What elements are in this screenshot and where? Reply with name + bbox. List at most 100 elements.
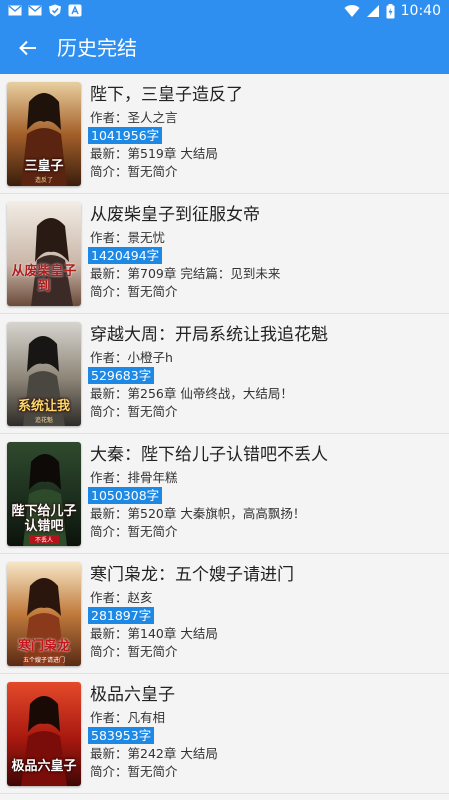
author-label: 作者：: [90, 230, 128, 245]
book-title[interactable]: 从废柴皇子到征服女帝: [90, 204, 442, 226]
book-title[interactable]: 穿越大周：开局系统让我追花魁: [90, 324, 442, 346]
intro-label: 简介：: [90, 764, 128, 779]
book-author: 作者：小橙子h: [90, 350, 173, 366]
cover-title: 从废柴皇子到: [11, 264, 77, 294]
cover-title: 系统让我: [17, 399, 70, 414]
intro-value: 暂无简介: [127, 644, 178, 659]
book-intro: 简介：暂无简介: [90, 644, 178, 660]
word-count-badge: 1041956字: [88, 127, 163, 144]
cover-title: 三皇子: [24, 159, 64, 174]
author-label: 作者：: [90, 590, 128, 605]
book-latest: 最新：第242章 大结局: [90, 746, 218, 762]
latest-value: 第256章 仙帝终战，大结局！: [127, 386, 293, 401]
signal-icon: [366, 5, 379, 17]
book-item[interactable]: 寒门枭龙 五个嫂子请进门 寒门枭龙：五个嫂子请进门 作者：赵亥 281897字 …: [0, 554, 449, 674]
latest-label: 最新：: [90, 386, 128, 401]
latest-value: 第709章 完结篇：见到未来: [127, 266, 281, 281]
book-intro: 简介：暂无简介: [90, 284, 178, 300]
book-latest: 最新：第519章 大结局: [90, 146, 218, 162]
intro-value: 暂无简介: [127, 284, 178, 299]
book-latest: 最新：第140章 大结局: [90, 626, 218, 642]
battery-icon: [386, 3, 395, 18]
latest-label: 最新：: [90, 746, 128, 761]
book-author: 作者：凡有相: [90, 710, 165, 726]
cover-subtitle: 追花魁: [34, 417, 53, 424]
latest-label: 最新：: [90, 506, 128, 521]
book-title[interactable]: 寒门枭龙：五个嫂子请进门: [90, 564, 442, 586]
book-title[interactable]: 陛下，三皇子造反了: [90, 84, 442, 106]
back-button[interactable]: [10, 30, 46, 66]
author-value: 小橙子h: [127, 350, 173, 365]
author-value: 景无忧: [127, 230, 166, 245]
book-author: 作者：圣人之言: [90, 110, 178, 126]
page-title: 历史完结: [57, 36, 137, 60]
book-cover[interactable]: 从废柴皇子到: [7, 202, 81, 306]
intro-label: 简介：: [90, 164, 128, 179]
author-label: 作者：: [90, 710, 128, 725]
status-bar: 10:40: [0, 0, 449, 22]
book-item[interactable]: 极品六皇子 极品六皇子 作者：凡有相 583953字 最新：第242章 大结局 …: [0, 674, 449, 794]
author-label: 作者：: [90, 110, 128, 125]
intro-value: 暂无简介: [127, 164, 178, 179]
latest-value: 第140章 大结局: [127, 626, 218, 641]
book-title[interactable]: 极品六皇子: [90, 684, 442, 706]
word-count-badge: 1420494字: [88, 247, 163, 264]
author-label: 作者：: [90, 350, 128, 365]
mail-icon: [8, 5, 22, 16]
status-time: 10:40: [400, 3, 441, 19]
intro-value: 暂无简介: [127, 764, 178, 779]
book-intro: 简介：暂无简介: [90, 164, 178, 180]
app-bar: 历史完结: [0, 22, 449, 74]
book-latest: 最新：第709章 完结篇：见到未来: [90, 266, 280, 282]
book-item[interactable]: 三皇子 造反了 陛下，三皇子造反了 作者：圣人之言 1041956字 最新：第5…: [0, 74, 449, 194]
book-latest: 最新：第256章 仙帝终战，大结局！: [90, 386, 293, 402]
mail-icon: [28, 5, 42, 16]
book-title[interactable]: 大秦：陛下给儿子认错吧不丢人: [90, 444, 442, 466]
book-cover[interactable]: 陛下给儿子认错吧 不丢人: [7, 442, 81, 546]
cover-title: 陛下给儿子认错吧: [11, 504, 77, 534]
book-list: 三皇子 造反了 陛下，三皇子造反了 作者：圣人之言 1041956字 最新：第5…: [0, 74, 449, 794]
book-item[interactable]: 系统让我 追花魁 穿越大周：开局系统让我追花魁 作者：小橙子h 529683字 …: [0, 314, 449, 434]
intro-value: 暂无简介: [127, 404, 178, 419]
latest-label: 最新：: [90, 146, 128, 161]
intro-label: 简介：: [90, 524, 128, 539]
word-count-badge: 583953字: [88, 727, 155, 744]
cover-subtitle: 造反了: [34, 177, 53, 184]
book-item[interactable]: 从废柴皇子到 从废柴皇子到征服女帝 作者：景无忧 1420494字 最新：第70…: [0, 194, 449, 314]
word-count-badge: 529683字: [88, 367, 155, 384]
book-intro: 简介：暂无简介: [90, 524, 178, 540]
latest-label: 最新：: [90, 626, 128, 641]
word-count-badge: 281897字: [88, 607, 155, 624]
book-author: 作者：赵亥: [90, 590, 153, 606]
wifi-icon: [344, 5, 360, 18]
cover-subtitle: 不丢人: [29, 535, 59, 544]
author-value: 圣人之言: [127, 110, 178, 125]
word-count-badge: 1050308字: [88, 487, 163, 504]
intro-label: 简介：: [90, 404, 128, 419]
book-cover[interactable]: 三皇子 造反了: [7, 82, 81, 186]
book-intro: 简介：暂无简介: [90, 764, 178, 780]
arrow-left-icon: [19, 40, 36, 56]
book-cover[interactable]: 寒门枭龙 五个嫂子请进门: [7, 562, 81, 666]
cover-subtitle: 五个嫂子请进门: [22, 657, 65, 664]
intro-label: 简介：: [90, 644, 128, 659]
book-author: 作者：排骨年糕: [90, 470, 178, 486]
book-cover[interactable]: 极品六皇子: [7, 682, 81, 786]
book-latest: 最新：第520章 大秦旗帜，高高飘扬！: [90, 506, 305, 522]
latest-value: 第519章 大结局: [127, 146, 218, 161]
book-intro: 简介：暂无简介: [90, 404, 178, 420]
cover-title: 寒门枭龙: [17, 639, 70, 654]
intro-label: 简介：: [90, 284, 128, 299]
shield-icon: [49, 4, 61, 17]
text-app-icon: [68, 4, 82, 17]
book-author: 作者：景无忧: [90, 230, 165, 246]
intro-value: 暂无简介: [127, 524, 178, 539]
latest-value: 第242章 大结局: [127, 746, 218, 761]
latest-label: 最新：: [90, 266, 128, 281]
author-label: 作者：: [90, 470, 128, 485]
latest-value: 第520章 大秦旗帜，高高飘扬！: [127, 506, 306, 521]
book-item[interactable]: 陛下给儿子认错吧 不丢人 大秦：陛下给儿子认错吧不丢人 作者：排骨年糕 1050…: [0, 434, 449, 554]
cover-title: 极品六皇子: [11, 759, 77, 774]
author-value: 排骨年糕: [127, 470, 178, 485]
book-cover[interactable]: 系统让我 追花魁: [7, 322, 81, 426]
